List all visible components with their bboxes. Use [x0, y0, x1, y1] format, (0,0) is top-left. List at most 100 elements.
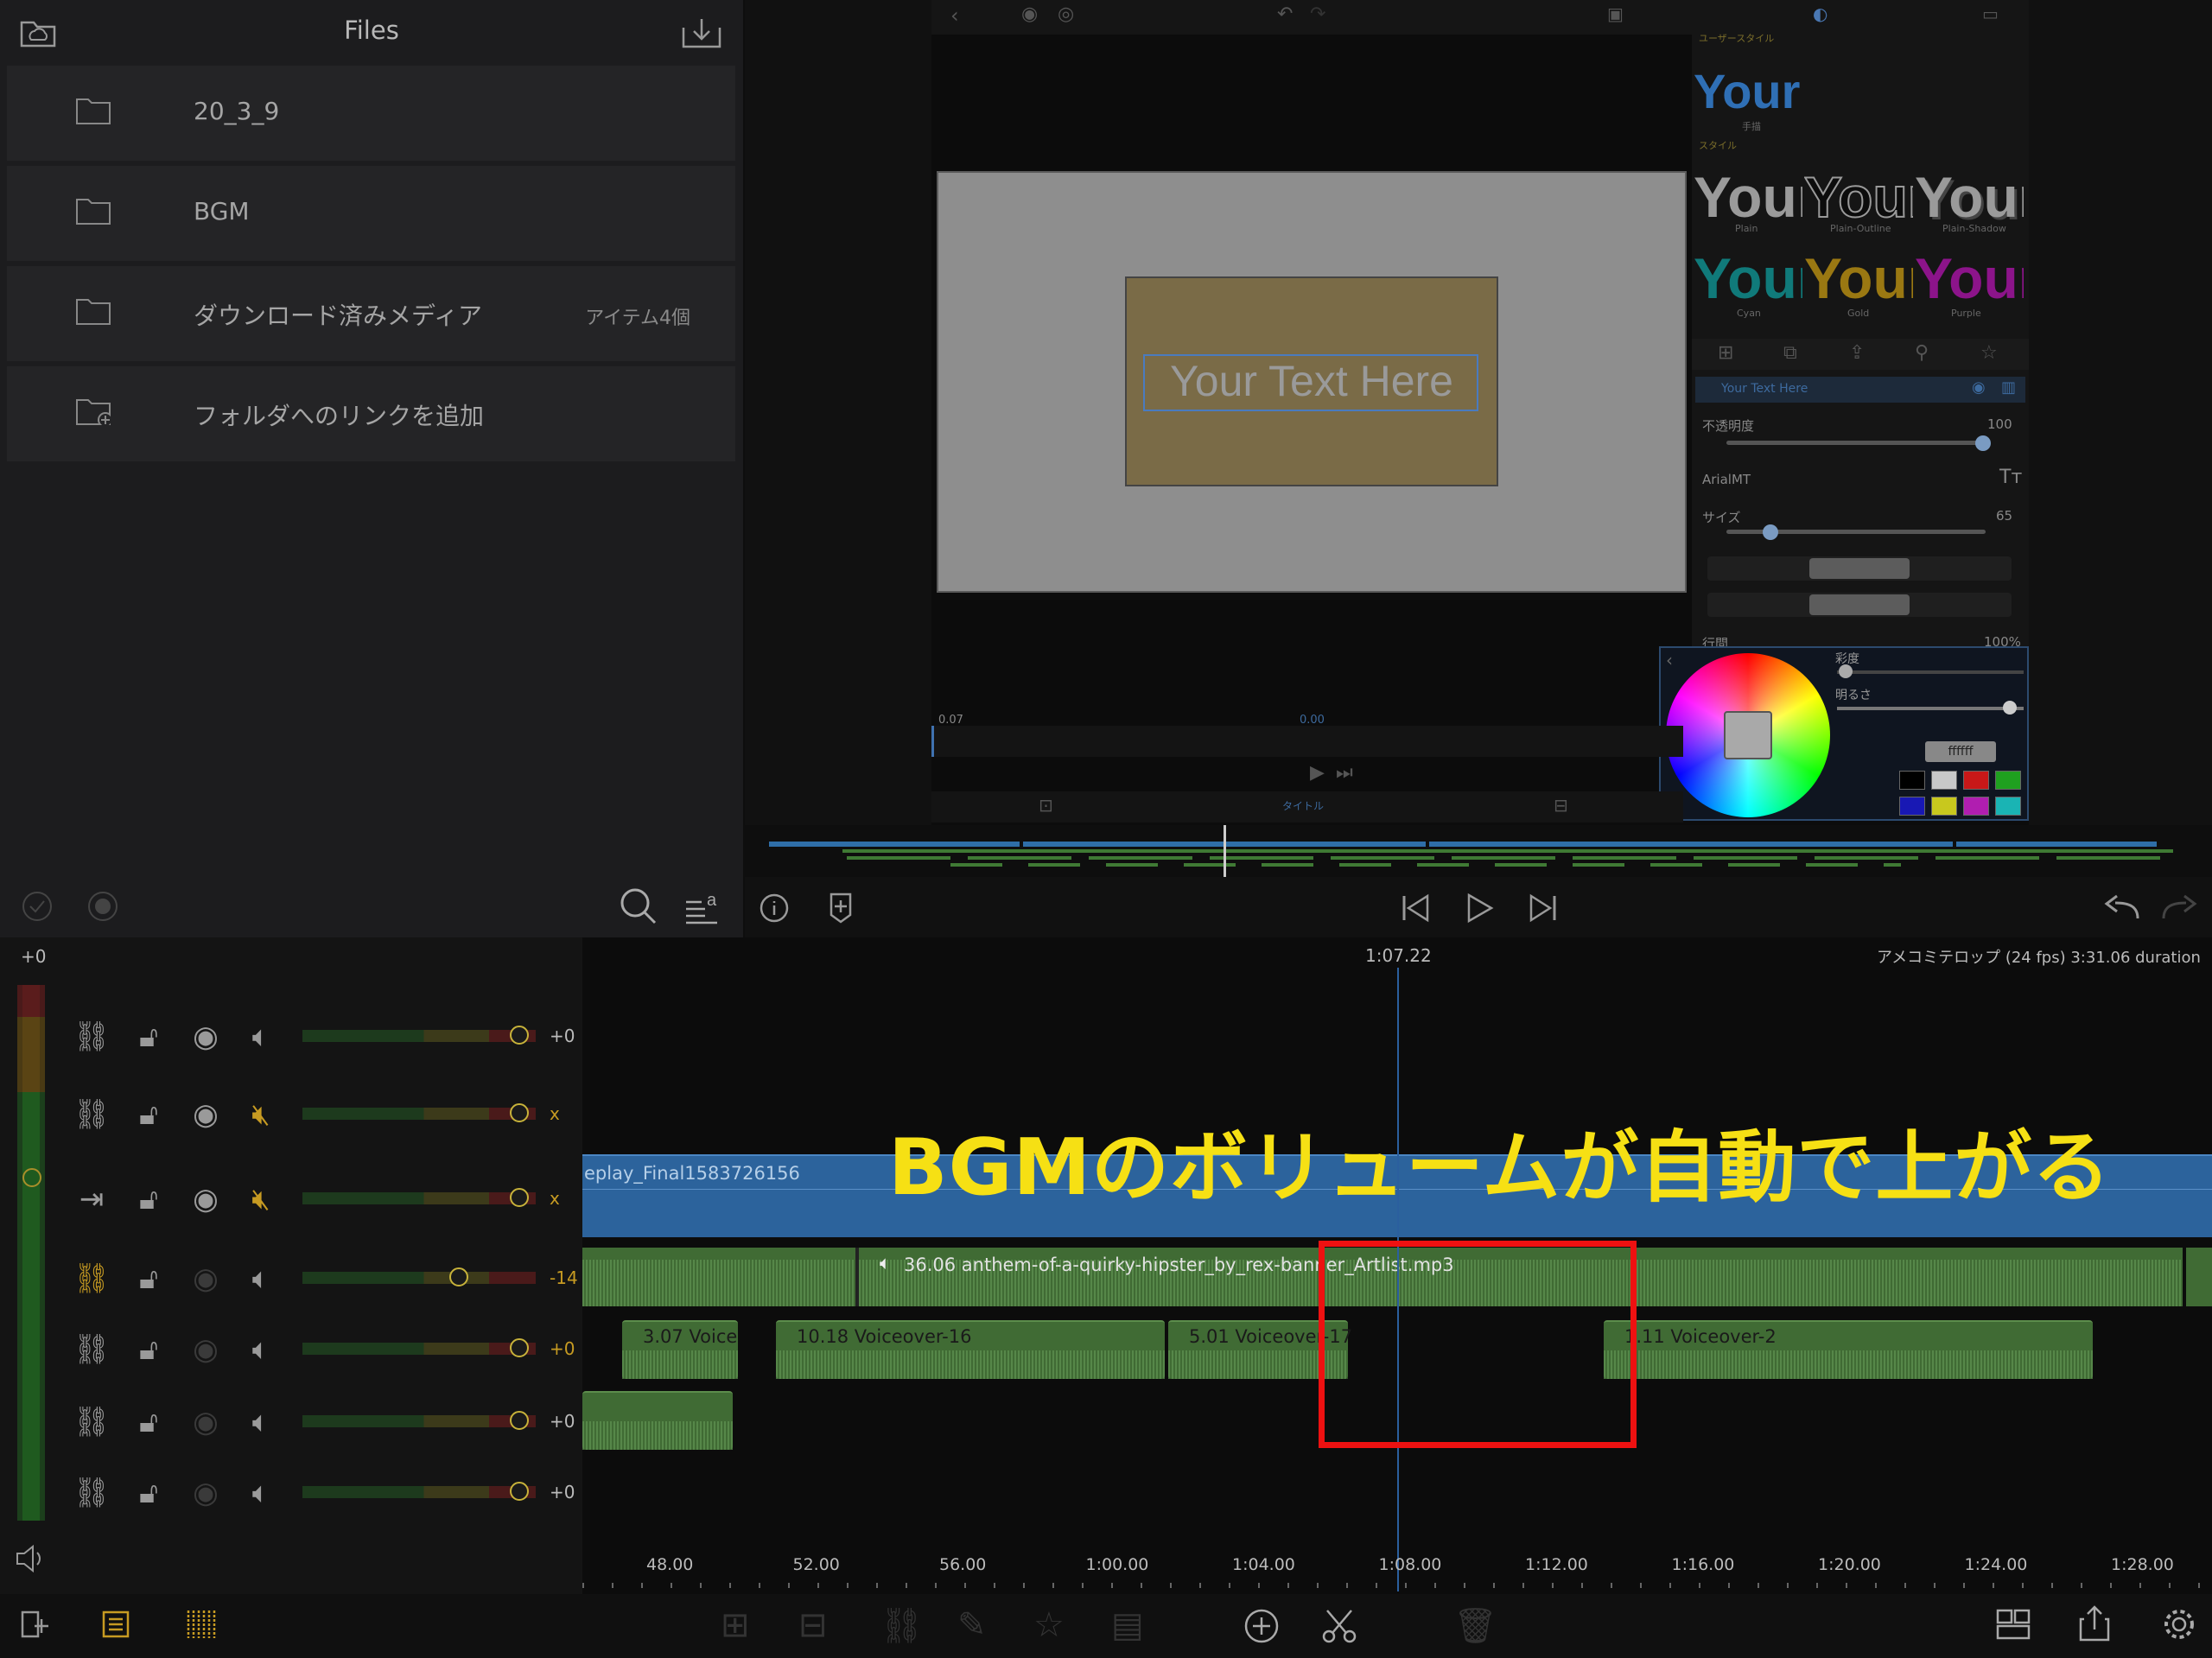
eye-off-icon[interactable]: ◎	[1058, 3, 1074, 25]
add-folder-link-row[interactable]: フォルダへのリンクを追加	[7, 366, 735, 461]
eye-icon[interactable]: ◉	[187, 1332, 225, 1367]
track-volume-fader[interactable]	[302, 1486, 536, 1498]
vertical-align-control[interactable]	[1707, 593, 2012, 617]
lock-icon[interactable]: 🔓︎	[130, 1182, 168, 1217]
add-style-icon[interactable]: ⊞	[1718, 342, 1733, 364]
speaker-muted-icon[interactable]: 🔇︎	[242, 1182, 280, 1217]
add-media-icon[interactable]	[17, 1607, 52, 1642]
overview-playhead[interactable]	[1224, 825, 1226, 879]
speaker-icon[interactable]: 🔈︎	[242, 1020, 280, 1054]
opacity-slider-knob[interactable]	[1975, 435, 1991, 451]
stamp-icon[interactable]: ⚲	[1915, 342, 1929, 364]
overwrite-clip-icon[interactable]: ⊟	[798, 1605, 828, 1645]
redo-icon[interactable]	[2158, 894, 2198, 922]
audio-mixer-icon[interactable]	[183, 1607, 218, 1642]
layout-icon[interactable]: ▣	[1607, 3, 1624, 24]
title-tab[interactable]: タイトル	[1282, 798, 1324, 813]
font-name[interactable]: ArialMT	[1702, 472, 1751, 487]
lock-icon[interactable]: 🔓︎	[130, 1476, 168, 1510]
media-icon[interactable]: ⊟	[1554, 795, 1568, 816]
bgm-audio-clip-next[interactable]	[2186, 1248, 2212, 1306]
track-volume-knob[interactable]	[510, 1188, 529, 1207]
color-swatch[interactable]	[1899, 771, 1925, 790]
eye-icon[interactable]: ◉	[187, 1261, 225, 1296]
skip-back-icon[interactable]	[1400, 893, 1431, 924]
track-target-icon[interactable]: ⇥	[73, 1182, 111, 1217]
popup-back-icon[interactable]: ‹	[1666, 650, 1673, 670]
link-icon[interactable]: ⛓	[73, 1405, 111, 1439]
sort-icon[interactable]: a	[683, 886, 722, 926]
folder-row-20-3-9[interactable]: 20_3_9	[7, 66, 735, 161]
duplicate-style-icon[interactable]: ⧉	[1783, 342, 1797, 364]
track-volume-knob[interactable]	[510, 1026, 529, 1045]
color-swatch[interactable]	[1995, 797, 2021, 816]
color-swatch[interactable]	[1963, 771, 1989, 790]
lock-icon[interactable]: 🔓︎	[130, 1405, 168, 1439]
track-volume-knob[interactable]	[510, 1103, 529, 1122]
favorite-icon[interactable]: ☆	[1980, 342, 1998, 364]
master-volume-knob[interactable]	[22, 1168, 41, 1187]
layer-row[interactable]: Your Text Here ◉ ▥	[1695, 377, 2025, 403]
link-icon[interactable]: ⛓	[73, 1476, 111, 1510]
color-swatch[interactable]	[1995, 771, 2021, 790]
track-volume-fader[interactable]	[302, 1192, 536, 1204]
brightness-knob[interactable]	[2003, 701, 2017, 715]
eye-icon[interactable]: ◉	[187, 1020, 225, 1054]
settings-gear-icon[interactable]	[2160, 1605, 2198, 1643]
eye-icon[interactable]: ◉	[187, 1097, 225, 1132]
visibility-icon[interactable]: ◉	[1972, 378, 1986, 397]
lock-icon[interactable]: 🔓︎	[130, 1020, 168, 1054]
track-volume-fader[interactable]	[302, 1343, 536, 1355]
track-volume-knob[interactable]	[510, 1411, 529, 1430]
trash-icon[interactable]: 🗑︎	[1453, 1605, 1497, 1646]
link-icon[interactable]: ⛓	[73, 1020, 111, 1054]
link-icon[interactable]: ⛓	[73, 1261, 111, 1296]
preview-step-icon[interactable]: ⏭	[1336, 762, 1353, 784]
eye-icon[interactable]: ◉	[187, 1476, 225, 1510]
eye-icon[interactable]: ◉	[187, 1182, 225, 1217]
track-volume-fader[interactable]	[302, 1415, 536, 1427]
layout-icon[interactable]	[1994, 1607, 2032, 1642]
color-swatch[interactable]	[1931, 771, 1957, 790]
inspector-list-icon[interactable]	[99, 1607, 133, 1642]
lock-icon[interactable]: 🔓︎	[130, 1332, 168, 1367]
link-icon[interactable]: ⛓	[880, 1605, 924, 1646]
eye-icon[interactable]: ◉	[1021, 3, 1038, 25]
align-center-segment[interactable]	[1809, 558, 1910, 579]
undo-icon[interactable]	[2103, 894, 2143, 922]
marker-icon[interactable]: ☆	[1033, 1605, 1065, 1645]
link-icon[interactable]: ⛓	[73, 1097, 111, 1132]
track-volume-knob[interactable]	[510, 1338, 529, 1357]
folder-row-downloaded-media[interactable]: ダウンロード済みメディア アイテム4個	[7, 266, 735, 361]
brightness-slider[interactable]	[1837, 707, 2024, 710]
font-size-icon[interactable]: Tт	[1999, 467, 2022, 488]
opacity-slider[interactable]	[1726, 441, 1986, 445]
speaker-muted-icon[interactable]: 🔇︎	[242, 1097, 280, 1132]
preview-play-icon[interactable]: ▶	[1310, 762, 1325, 784]
lock-icon[interactable]: 🔓︎	[130, 1261, 168, 1296]
crop-icon[interactable]: ⊡	[1039, 795, 1053, 816]
speaker-icon[interactable]: 🔈︎	[242, 1261, 280, 1296]
export-style-icon[interactable]: ⇪	[1849, 342, 1865, 364]
saturation-slider[interactable]	[1837, 670, 2024, 674]
saturation-knob[interactable]	[1839, 664, 1853, 678]
audio-clip-lower[interactable]	[582, 1391, 733, 1450]
track-volume-fader[interactable]	[302, 1030, 536, 1042]
pencil-icon[interactable]: ✎	[957, 1605, 987, 1645]
scissors-icon[interactable]	[1320, 1607, 1358, 1645]
back-icon[interactable]: ‹	[950, 3, 959, 28]
track-volume-fader[interactable]	[302, 1108, 536, 1120]
size-slider-knob[interactable]	[1763, 524, 1778, 540]
skip-forward-icon[interactable]	[1528, 893, 1559, 924]
preview-scrub-playhead[interactable]	[931, 726, 934, 757]
lock-icon[interactable]: 🔓︎	[130, 1097, 168, 1132]
preview-text[interactable]: Your Text Here	[1125, 356, 1498, 406]
link-icon[interactable]: ⛓	[73, 1332, 111, 1367]
share-icon[interactable]	[2077, 1604, 2112, 1643]
preview-scrubber[interactable]	[931, 726, 1683, 757]
color-swatch[interactable]	[1899, 797, 1925, 816]
add-icon[interactable]	[1243, 1607, 1281, 1645]
undo-icon[interactable]: ↶	[1277, 3, 1293, 25]
info-icon[interactable]	[759, 893, 790, 924]
image-icon[interactable]: ▭	[1982, 3, 1999, 24]
